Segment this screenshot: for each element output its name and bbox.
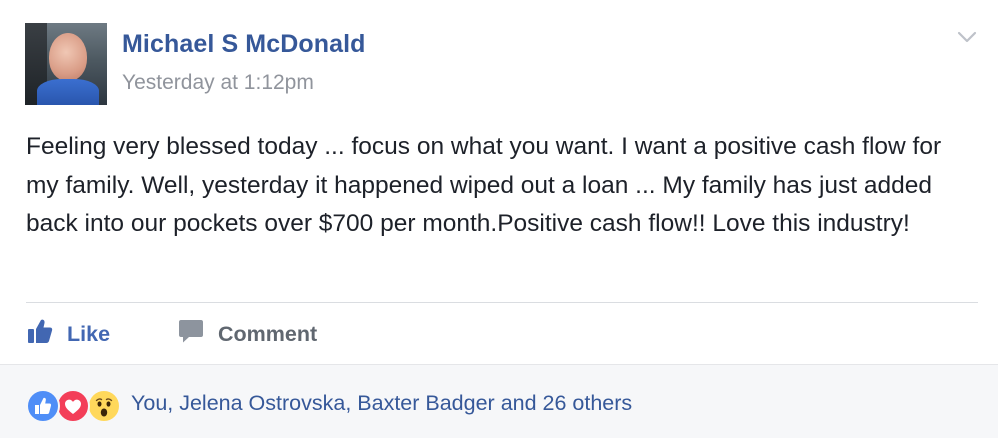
reaction-icons[interactable] xyxy=(26,389,126,423)
post-body-text: Feeling very blessed today ... focus on … xyxy=(26,133,942,237)
reactors-summary-link[interactable]: You, Jelena Ostrovska, Baxter Badger and… xyxy=(131,391,632,416)
comment-button[interactable]: Comment xyxy=(178,318,317,350)
feed-post: Michael S McDonald Yesterday at 1:12pm F… xyxy=(0,0,998,438)
speech-bubble-icon xyxy=(178,318,204,350)
like-reaction-icon xyxy=(26,389,60,423)
avatar-shirt xyxy=(37,79,99,105)
thumbs-up-icon xyxy=(27,318,53,350)
like-button[interactable]: Like xyxy=(27,318,110,350)
post-timestamp[interactable]: Yesterday at 1:12pm xyxy=(122,71,314,95)
post-options-chevron-down-icon[interactable] xyxy=(957,30,977,44)
comment-label: Comment xyxy=(218,321,318,346)
love-reaction-icon xyxy=(56,389,90,423)
author-name[interactable]: Michael S McDonald xyxy=(122,30,366,59)
avatar-face xyxy=(49,33,87,81)
wow-reaction-icon xyxy=(87,389,121,423)
author-avatar[interactable] xyxy=(25,23,107,105)
actions-divider xyxy=(26,302,978,303)
like-label: Like xyxy=(67,321,111,346)
